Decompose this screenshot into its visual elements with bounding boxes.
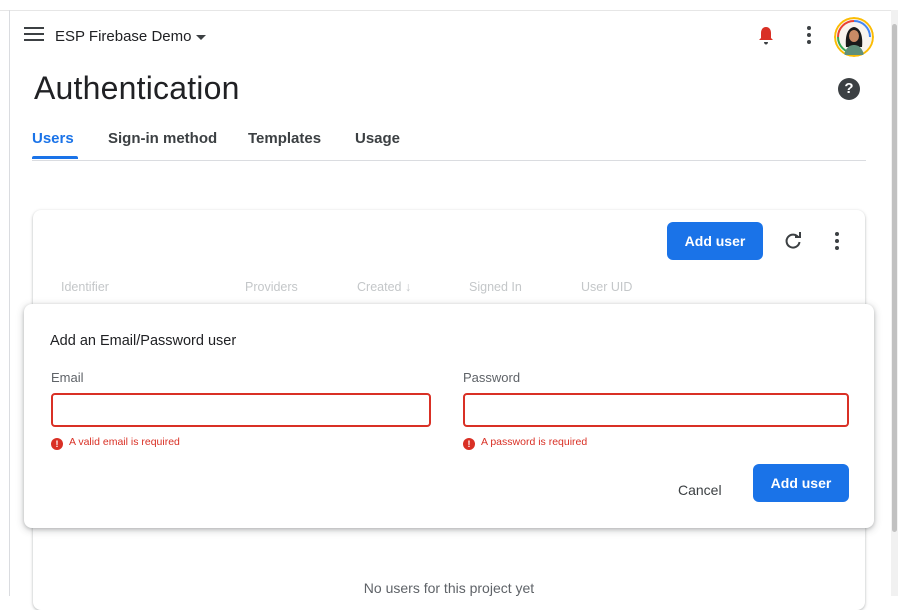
cancel-button[interactable]: Cancel	[672, 472, 728, 508]
password-field[interactable]	[463, 393, 849, 427]
top-bar: ESP Firebase Demo	[24, 17, 888, 58]
more-vert-icon[interactable]	[807, 26, 811, 46]
avatar[interactable]	[834, 17, 874, 57]
password-label: Password	[463, 370, 521, 385]
help-icon[interactable]: ?	[838, 78, 860, 100]
email-error: ! A valid email is required	[51, 436, 180, 450]
column-header-signed-in[interactable]: Signed In	[469, 280, 522, 294]
email-label: Email	[51, 370, 84, 385]
dialog-title: Add an Email/Password user	[50, 333, 237, 349]
email-field[interactable]	[51, 393, 431, 427]
submit-add-user-button[interactable]: Add user	[753, 464, 849, 502]
tab-bar: Users Sign-in method Templates Usage	[32, 130, 866, 161]
tab-usage[interactable]: Usage	[355, 130, 400, 147]
empty-state-message: No users for this project yet	[363, 580, 535, 596]
arrow-drop-down-icon[interactable]	[196, 35, 206, 40]
add-user-button[interactable]: Add user	[667, 222, 763, 260]
add-user-dialog: Add an Email/Password user Email ! A vali…	[24, 304, 874, 528]
menu-icon[interactable]	[24, 27, 44, 43]
password-error-text: A password is required	[481, 436, 588, 448]
column-header-providers[interactable]: Providers	[245, 280, 298, 294]
email-error-text: A valid email is required	[69, 436, 180, 448]
error-icon: !	[51, 438, 63, 450]
error-icon: !	[463, 438, 475, 450]
scrollbar-thumb[interactable]	[892, 24, 897, 532]
tab-active-indicator	[32, 156, 78, 159]
scrollbar[interactable]	[891, 10, 898, 596]
column-header-identifier[interactable]: Identifier	[61, 280, 109, 294]
refresh-icon[interactable]	[783, 231, 803, 251]
column-header-user-uid[interactable]: User UID	[581, 280, 632, 294]
bell-icon[interactable]	[758, 26, 774, 46]
more-vert-icon[interactable]	[835, 232, 839, 252]
column-header-created[interactable]: Created ↓	[357, 280, 411, 294]
page-title: Authentication	[34, 70, 240, 106]
password-error: ! A password is required	[463, 436, 587, 450]
project-selector[interactable]: ESP Firebase Demo	[55, 28, 191, 45]
tab-sign-in-method[interactable]: Sign-in method	[108, 130, 217, 147]
tab-templates[interactable]: Templates	[248, 130, 321, 147]
left-edge	[9, 10, 10, 596]
top-edge	[0, 0, 898, 11]
tab-users[interactable]: Users	[32, 130, 74, 147]
